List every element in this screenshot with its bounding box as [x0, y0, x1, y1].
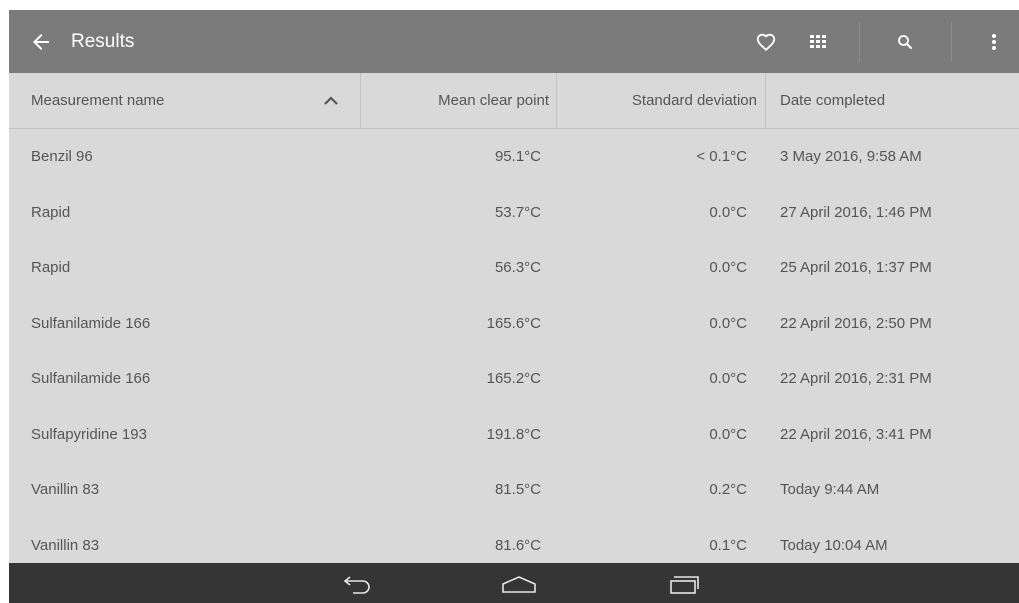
date-completed-cell: 22 April 2016, 2:50 PM — [780, 314, 932, 332]
measurement-name-cell: Vanillin 83 — [31, 481, 100, 498]
measurement-name-cell: Benzil 96 — [31, 148, 93, 165]
nav-recents-icon[interactable] — [663, 569, 707, 599]
standard-deviation-cell: 0.0°C — [709, 203, 747, 221]
date-completed-cell: 22 April 2016, 2:31 PM — [780, 370, 932, 387]
measurement-name-cell: Rapid — [31, 259, 71, 276]
table-row[interactable]: Sulfapyridine 193 191.8°C 0.0°C 22 April… — [9, 407, 1019, 463]
table-header: Measurement name Mean clear point Standa… — [9, 73, 1019, 129]
table-row[interactable]: Sulfanilamide 166 165.2°C 0.0°C 22 April… — [9, 351, 1019, 407]
column-divider — [556, 73, 557, 129]
mean-clear-point-cell: 165.6°C — [486, 314, 541, 332]
heart-icon[interactable] — [746, 22, 786, 62]
appbar-divider — [951, 22, 952, 62]
date-completed-cell: 22 April 2016, 3:41 PM — [780, 425, 932, 443]
nav-home-icon[interactable] — [497, 569, 541, 599]
header-measurement-name[interactable]: Measurement name — [31, 73, 164, 129]
table-row[interactable]: Benzil 96 95.1°C < 0.1°C 3 May 2016, 9:5… — [9, 129, 1019, 185]
measurement-name-cell: Sulfanilamide 166 — [31, 314, 151, 332]
overflow-menu-icon[interactable] — [974, 22, 1014, 62]
date-completed-cell: 25 April 2016, 1:37 PM — [780, 259, 932, 276]
chevron-up-icon[interactable] — [322, 92, 340, 110]
measurement-name-cell: Sulfanilamide 166 — [31, 370, 151, 387]
mean-clear-point-cell: 95.1°C — [494, 148, 541, 165]
standard-deviation-cell: 0.0°C — [709, 314, 747, 332]
header-standard-deviation[interactable]: Standard deviation — [559, 73, 757, 129]
standard-deviation-cell: 0.2°C — [709, 481, 747, 498]
header-mean-clear-point[interactable]: Mean clear point — [361, 73, 549, 129]
results-table: Benzil 96 95.1°C < 0.1°C 3 May 2016, 9:5… — [9, 129, 1019, 573]
standard-deviation-cell: 0.0°C — [709, 425, 747, 443]
standard-deviation-cell: 0.0°C — [709, 259, 747, 276]
table-row[interactable]: Vanillin 83 81.5°C 0.2°C Today 9:44 AM — [9, 462, 1019, 518]
mean-clear-point-cell: 53.7°C — [494, 203, 541, 221]
standard-deviation-cell: < 0.1°C — [696, 148, 747, 165]
appbar-divider — [859, 22, 860, 62]
table-row[interactable]: Rapid 53.7°C 0.0°C 27 April 2016, 1:46 P… — [9, 185, 1019, 241]
mean-clear-point-cell: 165.2°C — [486, 370, 541, 387]
nav-back-icon[interactable] — [335, 569, 379, 599]
column-divider — [765, 73, 766, 129]
system-nav-bar — [9, 563, 1019, 603]
header-date-completed[interactable]: Date completed — [780, 73, 885, 129]
measurement-name-cell: Rapid — [31, 203, 71, 221]
table-row[interactable]: Rapid 56.3°C 0.0°C 25 April 2016, 1:37 P… — [9, 240, 1019, 296]
mean-clear-point-cell: 191.8°C — [486, 425, 541, 443]
mean-clear-point-cell: 81.5°C — [494, 481, 541, 498]
grid-icon[interactable] — [798, 22, 838, 62]
app-bar: Results — [9, 10, 1019, 73]
date-completed-cell: Today 9:44 AM — [780, 481, 880, 498]
page-title: Results — [71, 31, 135, 52]
back-arrow-icon[interactable] — [29, 30, 53, 54]
standard-deviation-cell: 0.0°C — [709, 370, 747, 387]
app-screen: Results Measurement name Mean clear poin… — [9, 10, 1019, 603]
mean-clear-point-cell: 56.3°C — [494, 259, 541, 276]
measurement-name-cell: Sulfapyridine 193 — [31, 425, 147, 443]
search-icon[interactable] — [885, 22, 925, 62]
table-row[interactable]: Sulfanilamide 166 165.6°C 0.0°C 22 April… — [9, 296, 1019, 352]
date-completed-cell: 27 April 2016, 1:46 PM — [780, 203, 932, 221]
date-completed-cell: 3 May 2016, 9:58 AM — [780, 148, 922, 165]
